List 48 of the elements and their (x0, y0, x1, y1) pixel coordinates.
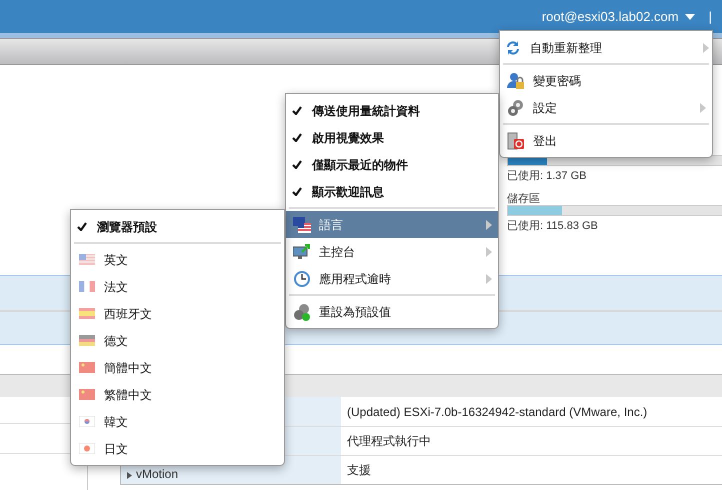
menu-item[interactable]: 德文 (71, 327, 284, 354)
clock-icon (293, 270, 311, 288)
flag-icon (79, 443, 95, 454)
menu-item[interactable]: 繁體中文 (71, 381, 284, 408)
menu-item[interactable]: 語言 (286, 211, 498, 238)
menu-item[interactable]: 僅顯示最近的物件 (283, 151, 501, 178)
flags-icon (293, 216, 311, 232)
logout-icon (507, 132, 525, 150)
flag-icon (79, 335, 95, 346)
separator: | (708, 8, 712, 26)
menu-item[interactable]: 西班牙文 (71, 300, 284, 327)
monitor-icon (293, 244, 311, 260)
usage-text: 已使用: 1.37 GB (507, 169, 588, 184)
menu-item[interactable]: 簡體中文 (71, 354, 284, 381)
menu-item[interactable]: 韓文 (71, 408, 284, 435)
gears-icon (507, 98, 525, 116)
refresh-icon (505, 40, 521, 56)
property-name: vMotion (136, 466, 178, 483)
menu-item[interactable]: 自動重新整理 (497, 34, 715, 61)
expand-icon (127, 472, 132, 479)
menu-item[interactable]: 顯示歡迎訊息 (283, 178, 501, 205)
menu-item[interactable]: 主控台 (286, 238, 498, 265)
flag-icon (79, 389, 95, 400)
menu-item[interactable]: 瀏覽器預設 (68, 213, 287, 240)
menu-item[interactable]: 啟用視覺效果 (283, 124, 501, 151)
user-menu-button[interactable]: root@esxi03.lab02.com (542, 6, 695, 26)
flag-icon (79, 281, 95, 292)
caret-icon (684, 14, 695, 20)
flag-icon (79, 254, 95, 265)
menu-item[interactable]: 登出 (500, 127, 712, 154)
gears-icon (293, 302, 311, 320)
flag-icon (79, 416, 95, 427)
menu-item[interactable]: 應用程式逾時 (286, 265, 498, 292)
user-lock-icon (507, 72, 525, 90)
flag-icon (79, 362, 95, 373)
menu-item[interactable]: 日文 (71, 435, 284, 462)
storage-label: 儲存區 (507, 192, 541, 204)
flag-icon (79, 308, 95, 319)
menu-item[interactable]: 設定 (500, 94, 712, 121)
value-cell-text: 支援 (346, 462, 372, 479)
menu-item[interactable]: 重設為預設值 (286, 298, 498, 325)
menu-item[interactable]: 變更密碼 (500, 67, 712, 94)
menu-item[interactable]: 傳送使用量統計資料 (283, 97, 501, 124)
value-cell-text: 代理程式執行中 (346, 433, 432, 450)
menu-item[interactable]: 英文 (71, 246, 284, 273)
usage-text: 已使用: 115.83 GB (507, 218, 599, 234)
value-cell-text: (Updated) ESXi-7.0b-16324942-standard (VMware, Inc.) (346, 404, 648, 420)
menu-item[interactable]: 法文 (71, 273, 284, 300)
